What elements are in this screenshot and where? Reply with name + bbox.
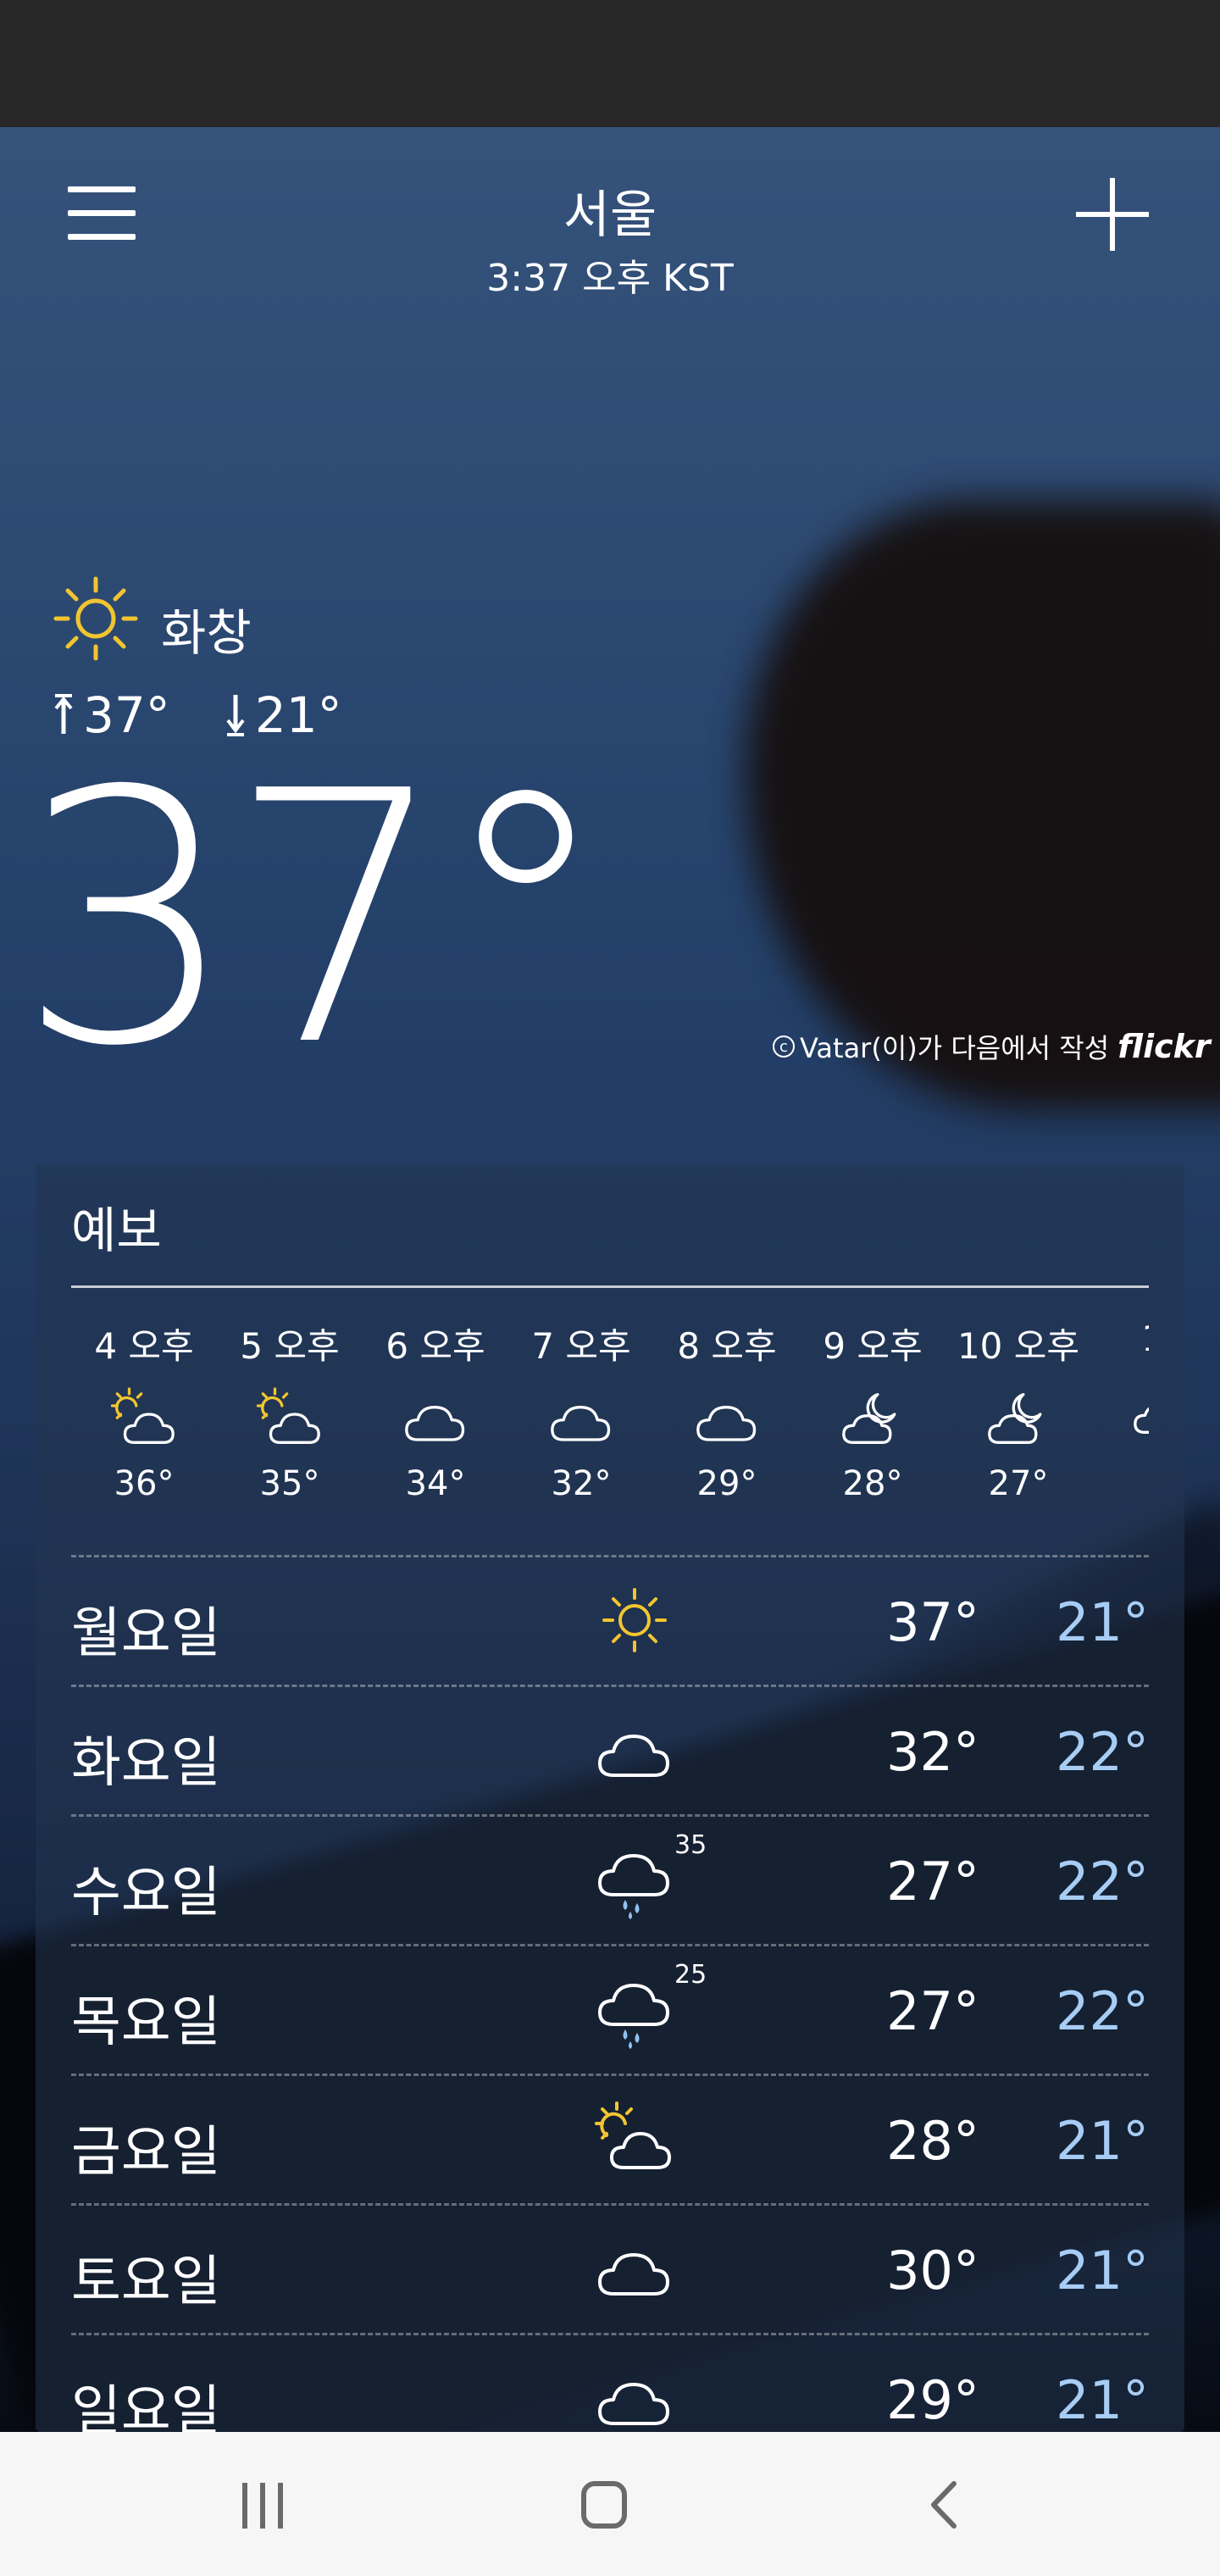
moon-cloud-icon [842, 1393, 896, 1444]
condition-text: 화창 [161, 604, 252, 662]
day-low: 22° [1056, 1980, 1149, 2042]
daily-row: 토요일 30° 21° [71, 2203, 1149, 2333]
copyright-icon: c [773, 1035, 795, 1058]
forecast-title: 예보 [71, 1202, 162, 1259]
day-low: 21° [1056, 1591, 1149, 1653]
cloud-icon [696, 1406, 757, 1441]
daily-row: 금요일 28° 21° [71, 2074, 1149, 2203]
cloud-icon [551, 1406, 611, 1441]
hour-temp: 2 [1091, 1454, 1149, 1493]
daily-row: 월요일 37° 21° [71, 1555, 1149, 1685]
day-high: 28° [886, 2110, 979, 2172]
day-name: 수요일 [71, 1862, 221, 1924]
day-high: 37° [886, 1591, 979, 1653]
hour-time: 7 오후 [531, 1325, 631, 1367]
status-bar [0, 0, 1220, 127]
hourly-item: 9 오후 28° [800, 1318, 946, 1503]
current-temperature: 37° [17, 717, 613, 1122]
hour-time: 4 오후 [94, 1325, 194, 1367]
day-high: 30° [886, 2240, 979, 2301]
day-name: 토요일 [71, 2251, 221, 2313]
day-high: 29° [886, 2369, 979, 2431]
cloud-icon [598, 1735, 669, 1777]
rain-cloud-icon [598, 1984, 669, 2049]
hour-temp: 36° [114, 1464, 175, 1503]
day-name: 화요일 [71, 1732, 221, 1795]
hour-temp: 27° [988, 1464, 1049, 1503]
hour-time: 6 오후 [385, 1325, 485, 1367]
rain-cloud-icon [598, 1854, 669, 1919]
photo-credit-text: Vatar(이)가 다음에서 작성 [800, 1032, 1110, 1064]
back-icon[interactable] [923, 2479, 966, 2531]
precip-chance: 25 [674, 1960, 707, 1990]
navigation-bar [0, 2432, 1220, 2576]
day-low: 22° [1056, 1721, 1149, 1783]
hourly-item: 11 2 [1091, 1318, 1149, 1493]
daily-forecast: 월요일 37° 21° 화요일 32° 22° 수요일 35 27° 22° 목요일 25 27° 22°… [71, 1555, 1149, 2432]
day-high: 27° [886, 1851, 979, 1913]
day-high: 32° [886, 1721, 979, 1783]
hour-time: 8 오후 [677, 1325, 777, 1367]
hourly-item: 10 오후 27° [946, 1318, 1091, 1503]
sun-cloud-icon [256, 1387, 320, 1444]
hourly-item: 5 오후 35° [217, 1318, 363, 1503]
cloud-icon [598, 2383, 669, 2425]
hour-time: 11 [1091, 1318, 1149, 1359]
sun-icon [602, 1588, 667, 1652]
moon-cloud-icon [1134, 1407, 1149, 1434]
recent-apps-icon[interactable] [237, 2483, 288, 2529]
hourly-forecast[interactable]: 4 오후 36° 5 오후 35° 6 오후 34° 7 오후 32° 8 오후 29° 9 오후 2… [71, 1318, 1149, 1555]
hour-time: 5 오후 [240, 1325, 340, 1367]
moon-cloud-icon [988, 1393, 1042, 1444]
hour-temp: 28° [842, 1464, 903, 1503]
city-name: 서울 [563, 186, 657, 245]
sun-cloud-icon [110, 1387, 175, 1444]
hour-time: 10 오후 [957, 1325, 1080, 1367]
photo-credit[interactable]: c Vatar(이)가 다음에서 작성 flickr [773, 1027, 1211, 1066]
day-name: 일요일 [71, 2380, 221, 2432]
hour-time: 9 오후 [823, 1325, 923, 1367]
add-location-button[interactable] [1076, 178, 1149, 251]
forecast-panel: 예보 4 오후 36° 5 오후 35° 6 오후 34° 7 오후 32° 8 오후 29° 9 … [36, 1165, 1184, 2432]
home-icon[interactable] [581, 2481, 627, 2529]
day-high: 27° [886, 1980, 979, 2042]
hourly-item: 8 오후 29° [654, 1318, 800, 1503]
hourly-item: 6 오후 34° [363, 1318, 508, 1503]
daily-row: 일요일 29° 21° [71, 2333, 1149, 2432]
day-name: 목요일 [71, 1991, 221, 2054]
daily-row: 목요일 25 27° 22° [71, 1944, 1149, 2074]
divider [71, 1285, 1149, 1288]
daily-row: 수요일 35 27° 22° [71, 1814, 1149, 1944]
cloud-icon [405, 1406, 465, 1441]
day-low: 21° [1056, 2369, 1149, 2431]
daily-row: 화요일 32° 22° [71, 1685, 1149, 1814]
precip-chance: 35 [674, 1830, 707, 1860]
flickr-logo: flickr [1117, 1028, 1211, 1065]
day-low: 21° [1056, 2240, 1149, 2301]
day-low: 22° [1056, 1851, 1149, 1913]
hour-temp: 35° [259, 1464, 320, 1503]
hourly-item: 7 오후 32° [508, 1318, 654, 1503]
sun-cloud-icon [595, 2101, 671, 2169]
hour-temp: 34° [405, 1464, 466, 1503]
day-name: 월요일 [71, 1602, 221, 1665]
local-time: 3:37 오후 KST [486, 257, 734, 300]
day-low: 21° [1056, 2110, 1149, 2172]
day-name: 금요일 [71, 2121, 221, 2184]
sun-icon [53, 576, 138, 661]
hour-temp: 29° [696, 1464, 757, 1503]
cloud-icon [598, 2253, 669, 2296]
hour-temp: 32° [551, 1464, 612, 1503]
hourly-item: 4 오후 36° [71, 1318, 217, 1503]
